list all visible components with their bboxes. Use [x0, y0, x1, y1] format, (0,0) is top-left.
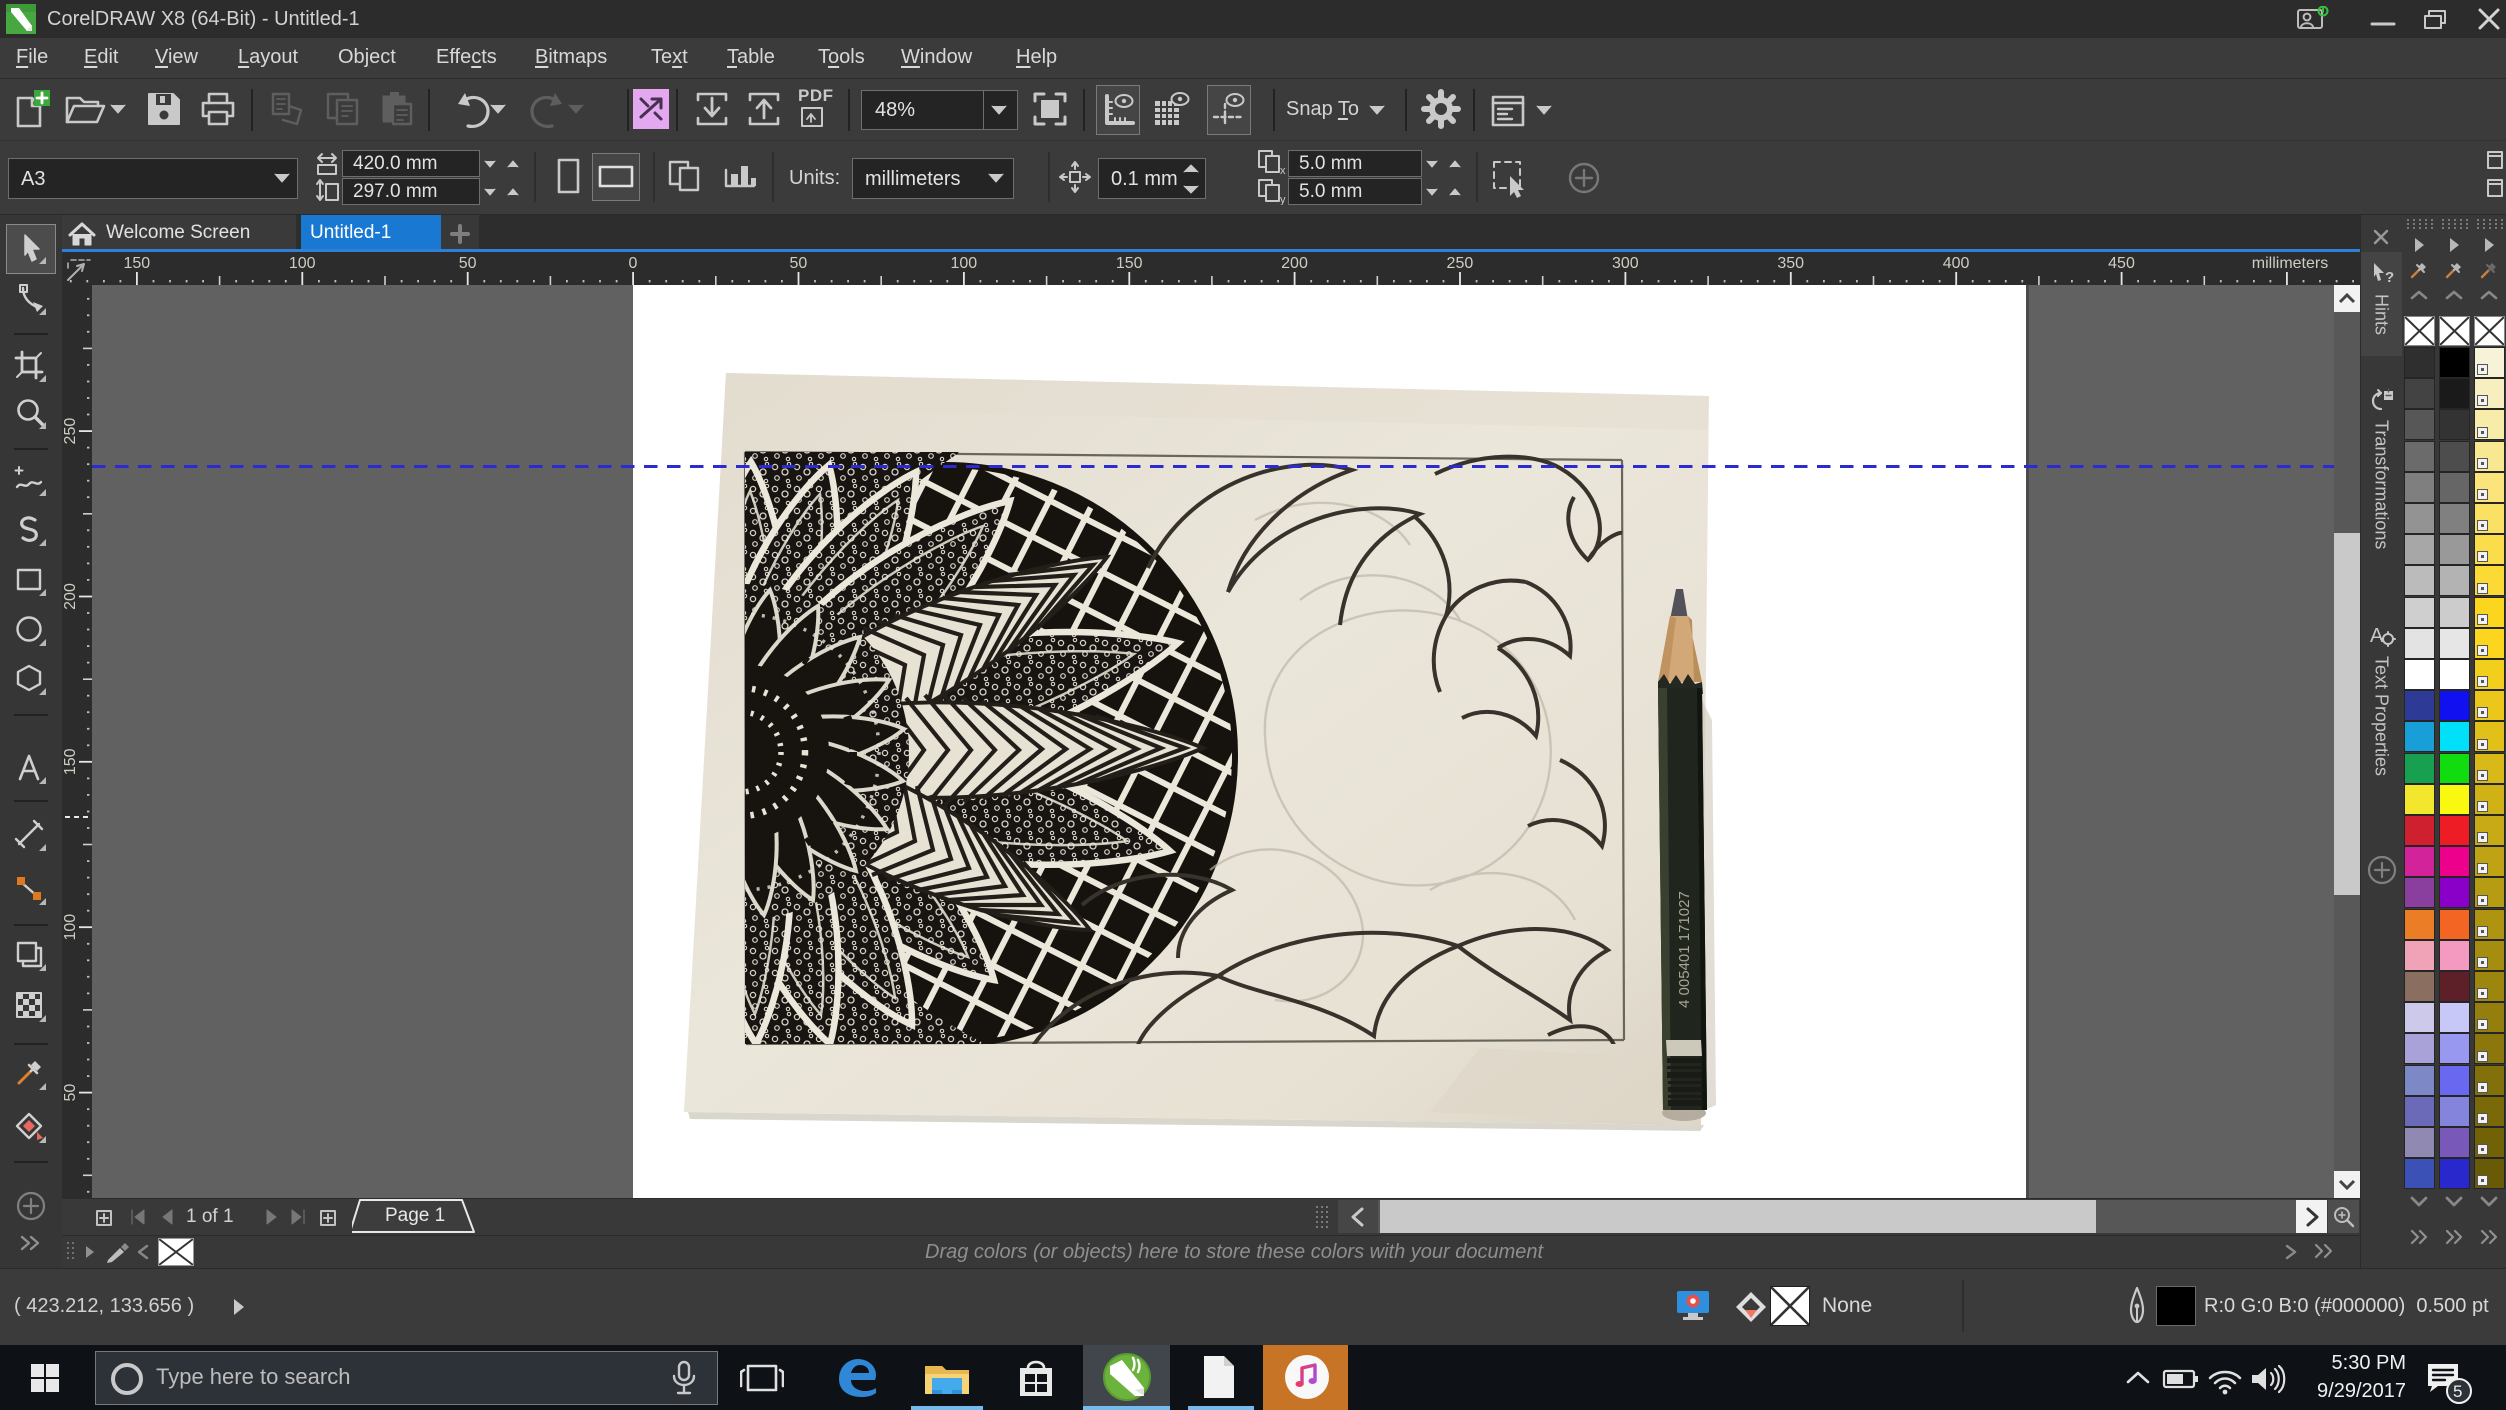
svg-text:x: x [1280, 165, 1286, 176]
svg-text:300: 300 [1612, 255, 1639, 272]
svg-text:millimeters: millimeters [2252, 255, 2328, 272]
svg-text:50: 50 [459, 255, 477, 272]
svg-text:100: 100 [950, 255, 977, 272]
svg-text:150: 150 [62, 748, 79, 775]
svg-text:250: 250 [1447, 255, 1474, 272]
svg-text:100: 100 [62, 914, 79, 941]
svg-text:400: 400 [1943, 255, 1970, 272]
svg-text:350: 350 [1777, 255, 1804, 272]
svg-text:200: 200 [1281, 255, 1308, 272]
svg-text:A: A [2370, 625, 2384, 647]
svg-text:y: y [1280, 194, 1286, 205]
svg-text:150: 150 [1116, 255, 1143, 272]
svg-text:4 005401 171027: 4 005401 171027 [1676, 891, 1693, 1008]
svg-text:450: 450 [2108, 255, 2135, 272]
svg-text:50: 50 [62, 1084, 79, 1102]
svg-text:250: 250 [62, 418, 79, 445]
svg-text:150: 150 [123, 255, 150, 272]
svg-text:0: 0 [629, 255, 638, 272]
svg-text:?: ? [2385, 269, 2394, 286]
svg-text:100: 100 [289, 255, 316, 272]
svg-text:50: 50 [790, 255, 808, 272]
svg-text:200: 200 [62, 583, 79, 610]
